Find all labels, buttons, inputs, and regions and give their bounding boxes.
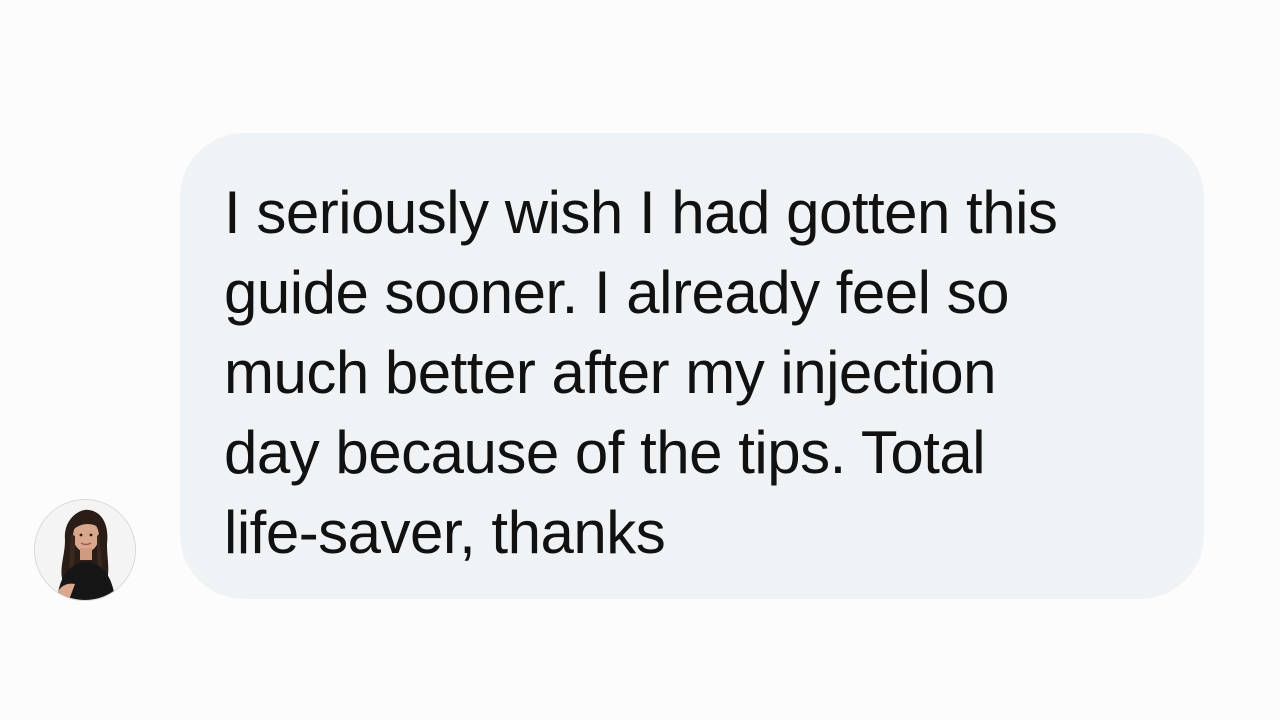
message-bubble[interactable]: I seriously wish I had gotten this guide…	[180, 133, 1204, 599]
profile-photo-icon	[35, 500, 135, 600]
message-text: I seriously wish I had gotten this guide…	[224, 179, 1058, 566]
message-row: I seriously wish I had gotten this guide…	[0, 0, 1280, 720]
sender-avatar[interactable]	[35, 500, 135, 600]
chat-canvas: I seriously wish I had gotten this guide…	[0, 0, 1280, 720]
